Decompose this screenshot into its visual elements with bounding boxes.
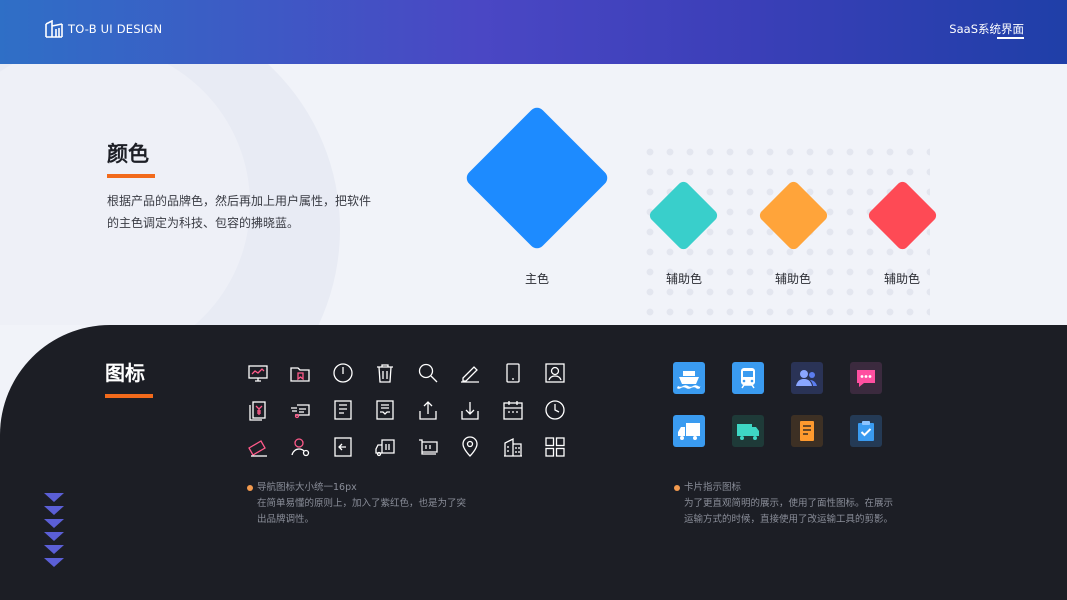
logo[interactable]: TO-B UI DESIGN bbox=[44, 20, 162, 38]
clipboard-check-icon[interactable] bbox=[850, 415, 882, 447]
message-icon[interactable] bbox=[850, 362, 882, 394]
icons-title-underline bbox=[105, 394, 153, 398]
truck-icon[interactable] bbox=[673, 415, 705, 447]
ship-icon[interactable] bbox=[673, 362, 705, 394]
colors-title-underline bbox=[107, 174, 155, 178]
download-icon[interactable] bbox=[459, 399, 481, 421]
search-icon[interactable] bbox=[417, 362, 439, 384]
decorative-chevrons bbox=[44, 493, 64, 571]
trash-icon[interactable] bbox=[374, 362, 396, 384]
icons-title: 图标 bbox=[105, 361, 145, 385]
swatch-label-secondary: 辅助色 bbox=[665, 272, 702, 286]
card-icon-note-title: 卡片指示图标 bbox=[684, 482, 742, 493]
bullet-dot bbox=[674, 485, 680, 491]
nav-icon-note: 导航图标大小统一16px 在简单易懂的原则上，加入了紫红色，也是为了突出品牌调性… bbox=[247, 480, 472, 528]
inbox-document-icon[interactable] bbox=[374, 399, 396, 421]
calendar-icon[interactable] bbox=[502, 399, 524, 421]
nav-icon-note-body: 在简单易懂的原则上，加入了紫红色，也是为了突出品牌调性。 bbox=[257, 498, 467, 525]
logo-text: TO-B UI DESIGN bbox=[68, 22, 163, 36]
colors-description: 根据产品的品牌色，然后再加上用户属性，把软件的主色调定为科技、包容的拂晓蓝。 bbox=[107, 194, 372, 230]
card-icon-note-body: 为了更直观简明的展示，使用了面性图标。在展示运输方式的时候，直接使用了改运输工具… bbox=[684, 498, 894, 525]
location-icon[interactable] bbox=[459, 436, 481, 458]
truck-box-icon[interactable] bbox=[374, 436, 396, 458]
fast-delivery-icon[interactable] bbox=[289, 399, 311, 421]
header-bar: TO-B UI DESIGN SaaS系统界面 bbox=[0, 0, 1067, 64]
saas-nav-link[interactable]: SaaS系统界面 bbox=[949, 21, 1024, 37]
document-icon[interactable] bbox=[791, 415, 823, 447]
user-card-icon[interactable] bbox=[544, 362, 566, 384]
ticket-icon[interactable] bbox=[247, 436, 269, 458]
chevron-down-icon bbox=[44, 493, 64, 502]
yuan-document-icon[interactable] bbox=[247, 399, 269, 421]
chevron-down-icon bbox=[44, 532, 64, 541]
train-icon[interactable] bbox=[732, 362, 764, 394]
grid-icon[interactable] bbox=[544, 436, 566, 458]
building-icon[interactable] bbox=[502, 436, 524, 458]
folder-bookmark-icon[interactable] bbox=[289, 362, 311, 384]
bookmark-document-icon[interactable] bbox=[332, 399, 354, 421]
users-icon[interactable] bbox=[791, 362, 823, 394]
swatch-label-secondary: 辅助色 bbox=[883, 272, 920, 286]
colors-title: 颜色 bbox=[107, 142, 149, 166]
icons-section: 图标 导航图标大小统一16px 在简单易懂的原则上，加入了紫红色，也是为了突出品… bbox=[0, 325, 1067, 600]
exit-icon[interactable] bbox=[332, 436, 354, 458]
primary-color-swatch bbox=[463, 104, 611, 252]
edit-icon[interactable] bbox=[459, 362, 481, 384]
nav-underline bbox=[997, 37, 1024, 39]
cart-frame-icon[interactable] bbox=[417, 436, 439, 458]
chevron-down-icon bbox=[44, 545, 64, 554]
card-icon-note: 卡片指示图标 为了更直观简明的展示，使用了面性图标。在展示运输方式的时候，直接使… bbox=[674, 480, 899, 528]
nav-icon-note-title: 导航图标大小统一16px bbox=[257, 482, 357, 493]
logo-icon bbox=[45, 20, 63, 38]
clock-icon[interactable] bbox=[544, 399, 566, 421]
colors-section: 颜色 根据产品的品牌色，然后再加上用户属性，把软件的主色调定为科技、包容的拂晓蓝… bbox=[0, 64, 1067, 325]
van-icon[interactable] bbox=[732, 415, 764, 447]
chevron-down-icon bbox=[44, 519, 64, 528]
bullet-dot bbox=[247, 485, 253, 491]
upload-icon[interactable] bbox=[417, 399, 439, 421]
power-icon[interactable] bbox=[332, 362, 354, 384]
swatch-label-primary: 主色 bbox=[524, 272, 549, 286]
user-pin-icon[interactable] bbox=[289, 436, 311, 458]
monitor-chart-icon[interactable] bbox=[247, 362, 269, 384]
swatch-label-secondary: 辅助色 bbox=[774, 272, 811, 286]
chevron-down-icon bbox=[44, 506, 64, 515]
mobile-icon[interactable] bbox=[502, 362, 524, 384]
chevron-down-icon bbox=[44, 558, 64, 567]
